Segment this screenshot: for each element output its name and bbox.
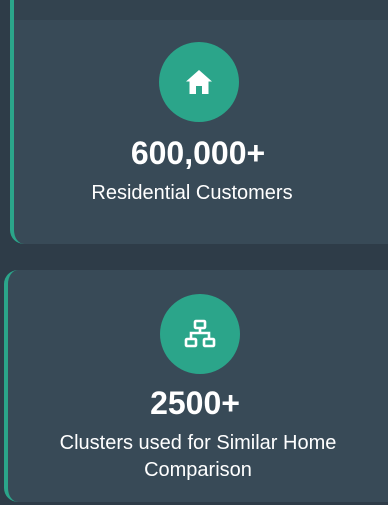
network-icon <box>184 319 216 348</box>
home-icon <box>186 70 212 94</box>
stat-label: Residential Customers <box>91 182 293 204</box>
stat-card-residential-customers: 600,000+ Residential Customers <box>10 0 388 244</box>
stat-icon-badge <box>160 294 240 374</box>
stat-label: Clusters used for Similar Home Compariso… <box>59 432 337 481</box>
stat-card-clusters: 2500+ Clusters used for Similar Home Com… <box>4 270 388 502</box>
stat-value: 2500+ <box>150 385 240 421</box>
card-top-shade <box>14 0 388 20</box>
stat-icon-badge <box>159 42 239 122</box>
stat-value: 600,000+ <box>130 135 266 171</box>
